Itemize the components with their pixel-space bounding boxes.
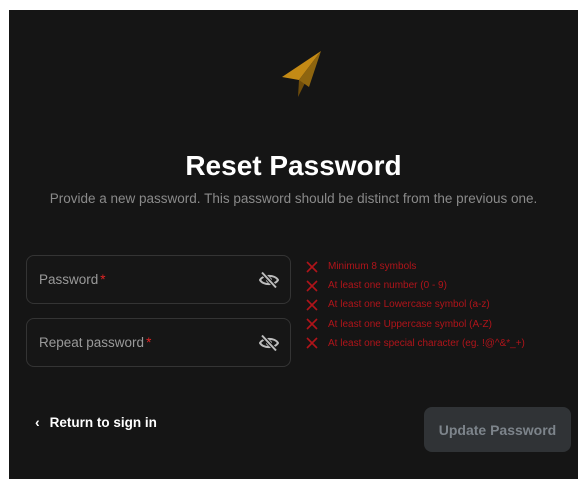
requirement-text: Minimum 8 symbols [328,261,417,273]
password-requirements-list: Minimum 8 symbols At least one number (0… [306,257,574,353]
close-x-icon [306,299,318,311]
requirement-text: At least one Uppercase symbol (A-Z) [328,318,492,330]
paper-plane-logo-icon [282,51,321,97]
password-label: Password * [39,272,106,287]
password-field[interactable]: Password * [26,255,291,304]
close-x-icon [306,318,318,330]
eye-off-icon[interactable] [259,271,279,289]
return-to-sign-in-link[interactable]: ‹ Return to sign in [35,414,157,430]
page-title: Reset Password [185,150,402,181]
requirement-item: At least one number (0 - 9) [306,276,574,295]
required-marker: * [146,335,152,350]
requirement-text: At least one special character (eg. !@^&… [328,337,525,349]
update-password-button[interactable]: Update Password [424,407,571,452]
requirement-item: At least one Lowercase symbol (a-z) [306,295,574,314]
requirement-item: At least one special character (eg. !@^&… [306,334,574,353]
close-x-icon [306,280,318,292]
reset-password-card: Reset Password Provide a new password. T… [9,10,578,479]
required-marker: * [100,272,106,287]
return-to-sign-in-label: Return to sign in [49,414,157,430]
repeat-password-field[interactable]: Repeat password * [26,318,291,367]
requirement-text: At least one number (0 - 9) [328,280,447,292]
requirement-text: At least one Lowercase symbol (a-z) [328,299,490,311]
requirement-item: Minimum 8 symbols [306,257,574,276]
requirement-item: At least one Uppercase symbol (A-Z) [306,315,574,334]
page-subtitle: Provide a new password. This password sh… [49,191,538,206]
close-x-icon [306,337,318,349]
close-x-icon [306,261,318,273]
eye-off-icon[interactable] [259,334,279,352]
chevron-left-icon: ‹ [35,414,40,430]
repeat-password-label: Repeat password * [39,335,152,350]
